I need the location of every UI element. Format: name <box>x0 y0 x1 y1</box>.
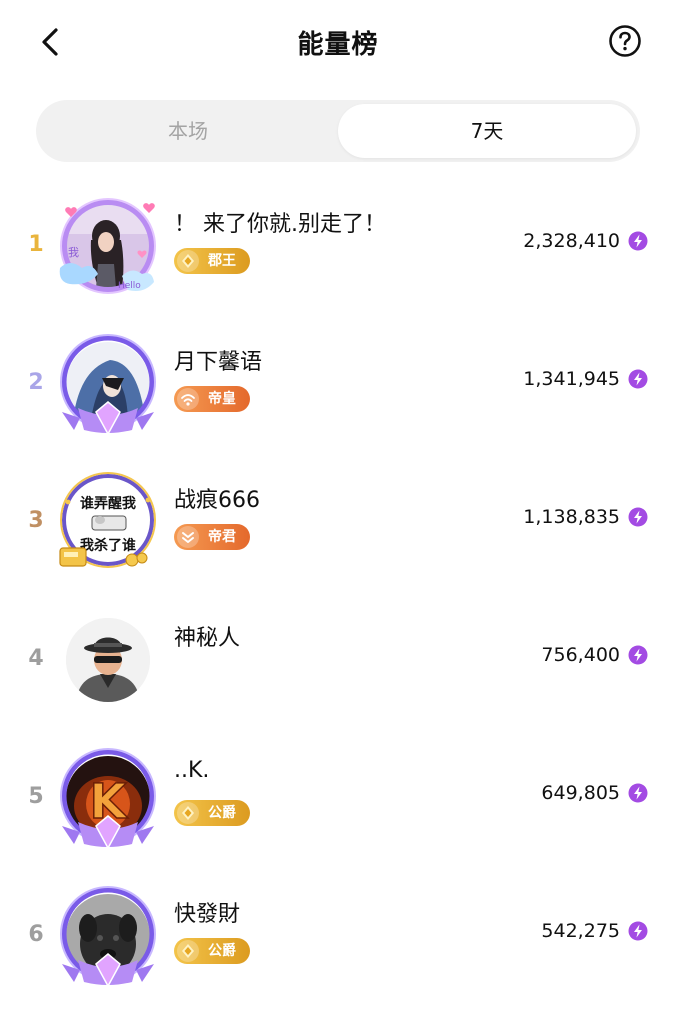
ranking-row-3[interactable]: 3 谁弄醒我 我杀了谁 战痕666 帝君 1,138,835 <box>0 472 676 610</box>
energy-bolt-icon <box>628 783 648 803</box>
avatar[interactable] <box>58 886 158 986</box>
energy-bolt-icon <box>628 507 648 527</box>
top-bar: 能量榜 <box>0 0 676 88</box>
help-button[interactable] <box>608 24 642 58</box>
badge-label: 公爵 <box>208 943 236 959</box>
rank-number: 2 <box>28 370 44 395</box>
chevron-badge-icon <box>177 526 199 548</box>
username: 快發財 <box>174 902 241 927</box>
badge-label: 帝君 <box>208 529 236 545</box>
level-badge: 郡王 <box>174 248 250 274</box>
ranking-row-4[interactable]: 4 神秘人 756,400 <box>0 610 676 748</box>
energy-score: 1,138,835 <box>523 506 620 528</box>
avatar[interactable]: 我 Hello <box>58 196 158 296</box>
tab-7-days[interactable]: 7天 <box>338 104 636 158</box>
badge-label: 郡王 <box>208 253 236 269</box>
badge-label: 公爵 <box>208 805 236 821</box>
energy-bolt-icon <box>628 645 648 665</box>
username: ..K. <box>174 758 210 783</box>
energy-score: 649,805 <box>541 782 620 804</box>
energy-bolt-icon <box>628 231 648 251</box>
avatar-photo: 谁弄醒我 我杀了谁 <box>66 480 150 564</box>
period-tabs: 本场 7天 <box>36 100 640 162</box>
rank-number: 3 <box>28 508 44 533</box>
level-badge: 帝皇 <box>174 386 250 412</box>
rank-number: 1 <box>28 232 44 257</box>
avatar[interactable] <box>58 610 158 710</box>
avatar-photo: K <box>66 756 150 840</box>
username: ！ 来了你就.别走了！ <box>174 212 386 237</box>
username: 战痕666 <box>174 488 260 513</box>
rank-number: 5 <box>28 784 44 809</box>
avatar[interactable]: 谁弄醒我 我杀了谁 <box>58 472 158 572</box>
meme-bottom-text: 我杀了谁 <box>80 537 136 554</box>
avatar[interactable] <box>58 334 158 434</box>
diamond-badge-icon <box>177 250 199 272</box>
badge-label: 帝皇 <box>208 391 236 407</box>
meme-top-text: 谁弄醒我 <box>80 495 136 512</box>
energy-score: 1,341,945 <box>523 368 620 390</box>
level-badge: 公爵 <box>174 938 250 964</box>
level-badge: 公爵 <box>174 800 250 826</box>
avatar-photo <box>66 204 150 288</box>
mystery-person-avatar <box>66 618 150 702</box>
ranking-row-5[interactable]: 5 K ..K. 公爵 649,805 <box>0 748 676 886</box>
wifi-crown-badge-icon <box>177 388 199 410</box>
ranking-row-6[interactable]: 6 快發財 公爵 542,275 <box>0 886 676 1024</box>
level-badge: 帝君 <box>174 524 250 550</box>
username: 月下馨语 <box>174 350 263 375</box>
diamond-badge-icon <box>177 940 199 962</box>
avatar[interactable]: K <box>58 748 158 848</box>
energy-score: 756,400 <box>541 644 620 666</box>
rank-number: 6 <box>28 922 44 947</box>
username: 神秘人 <box>174 626 241 651</box>
page-title: 能量榜 <box>297 30 379 60</box>
question-circle-icon <box>609 25 641 57</box>
energy-bolt-icon <box>628 921 648 941</box>
energy-score: 542,275 <box>541 920 620 942</box>
rank-number: 4 <box>28 646 44 671</box>
tab-current-session[interactable]: 本场 <box>40 104 336 158</box>
avatar-photo <box>66 894 150 978</box>
ranking-row-2[interactable]: 2 月下馨语 帝皇 1,341,945 <box>0 334 676 472</box>
avatar-photo <box>66 342 150 426</box>
energy-score: 2,328,410 <box>523 230 620 252</box>
energy-bolt-icon <box>628 369 648 389</box>
fire-letter: K <box>89 774 128 830</box>
diamond-badge-icon <box>177 802 199 824</box>
ranking-row-1[interactable]: 1 我 Hello ！ 来了你就.别走了！ 郡王 2,328,410 <box>0 196 676 334</box>
